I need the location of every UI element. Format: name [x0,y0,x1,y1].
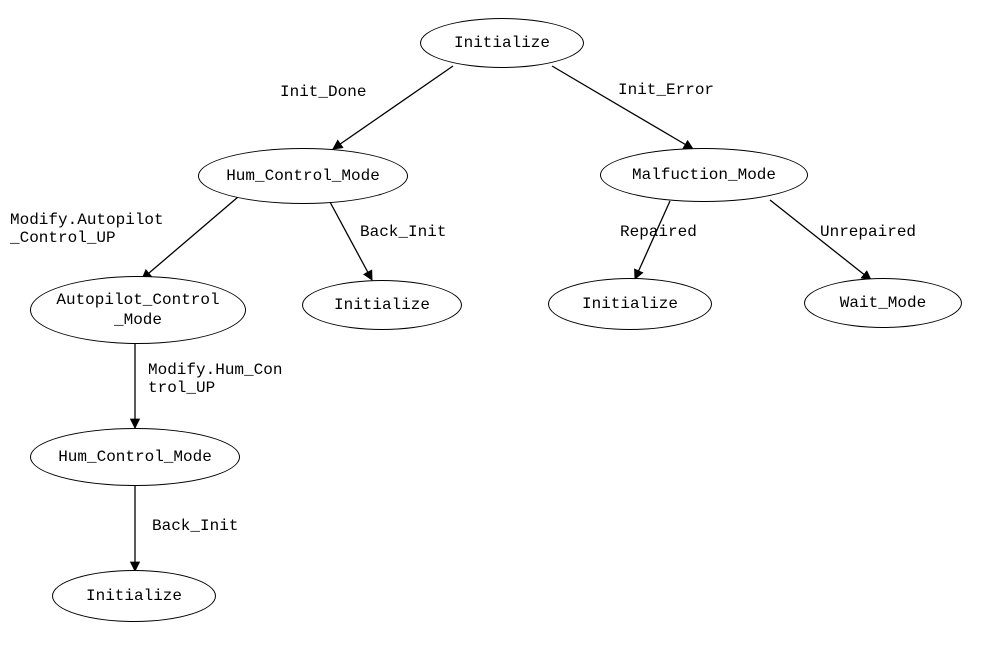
node-label: Initialize [86,586,182,606]
diagram-canvas: Initialize Hum_Control_Mode Malfuction_M… [0,0,1000,667]
edge-label-init-error: Init_Error [618,82,714,100]
node-initialize-hum-back: Initialize [302,280,462,330]
node-hum-control-mode-1: Hum_Control_Mode [198,148,408,204]
edge-init-done [333,66,453,149]
edge-label-modify-hum-up: Modify.Hum_Con trol_UP [148,362,282,397]
node-initialize-root: Initialize [420,18,584,68]
edge-init-error [552,66,693,149]
node-initialize-repaired: Initialize [548,278,712,330]
edge-label-unrepaired: Unrepaired [820,224,916,242]
node-label: Initialize [454,33,550,53]
edge-label-modify-autopilot-up: Modify.Autopilot _Control_UP [10,212,164,247]
node-label: Malfuction_Mode [632,165,776,185]
node-hum-control-mode-2: Hum_Control_Mode [30,428,240,486]
node-label: Wait_Mode [840,293,926,313]
node-label: Hum_Control_Mode [226,166,380,186]
node-label: Initialize [334,295,430,315]
node-initialize-bottom: Initialize [52,570,216,622]
edge-label-init-done: Init_Done [280,84,366,102]
node-label: Hum_Control_Mode [58,447,212,467]
edge-label-back-init-hum: Back_Init [360,224,446,242]
node-malfunction-mode: Malfuction_Mode [600,148,808,202]
node-wait-mode: Wait_Mode [804,278,962,328]
node-label: Autopilot_Control _Mode [56,290,219,330]
edge-label-back-init-bottom: Back_Init [152,518,238,536]
edge-label-repaired: Repaired [620,224,697,242]
node-label: Initialize [582,294,678,314]
node-autopilot-control-mode: Autopilot_Control _Mode [30,276,246,344]
